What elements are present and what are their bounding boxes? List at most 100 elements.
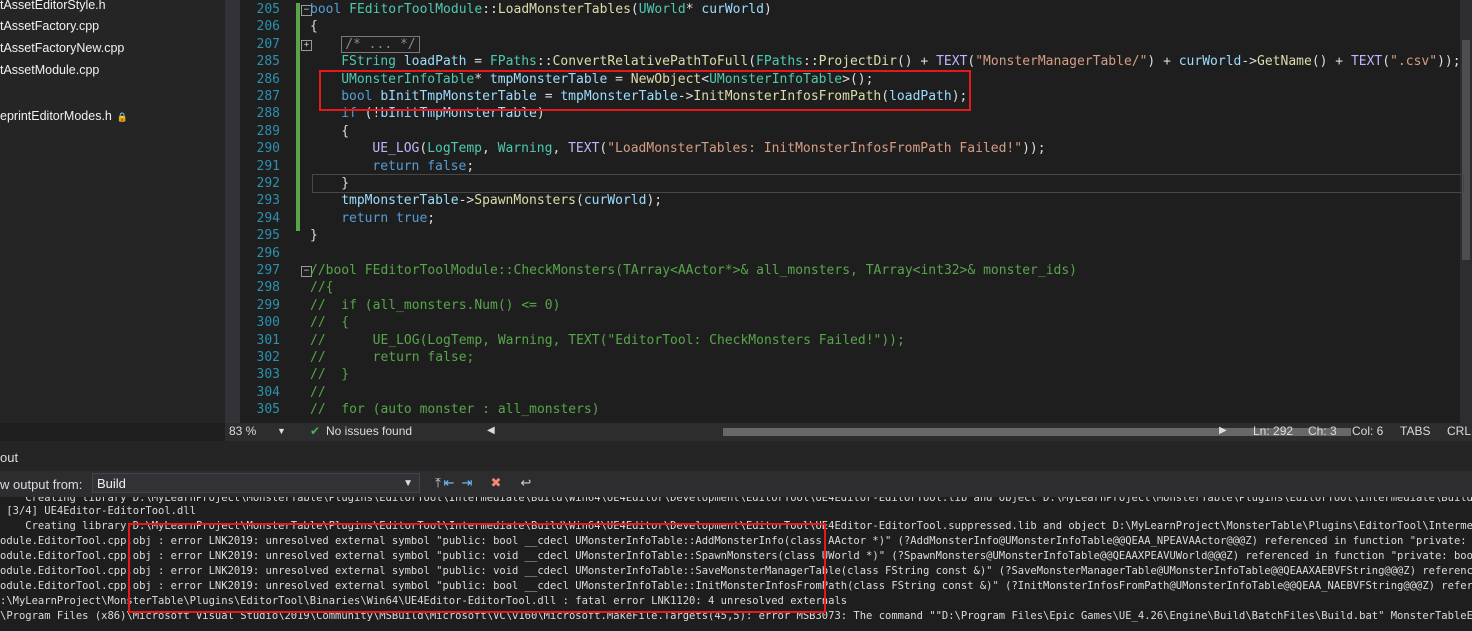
- code-line[interactable]: 301 // UE_LOG(LogTemp, Warning, TEXT("Edi…: [240, 332, 1460, 349]
- output-line: odule.EditorTool.cpp.obj : error LNK2019…: [0, 550, 1472, 562]
- code-text: UMonsterInfoTable* tmpMonsterTable = New…: [341, 71, 873, 88]
- code-token: ): [536, 106, 545, 122]
- code-line[interactable]: 290 UE_LOG(LogTemp, Warning, TEXT("LoadMo…: [240, 140, 1460, 157]
- code-line[interactable]: 287 bool bInitTmpMonsterTable = tmpMonste…: [240, 88, 1460, 105]
- line-number: 290: [256, 141, 280, 157]
- code-text: // if (all_monsters.Num() <= 0): [310, 297, 560, 314]
- editor-vertical-scrollbar[interactable]: [1460, 0, 1472, 423]
- code-token: (: [748, 54, 757, 70]
- code-token: return: [341, 210, 396, 226]
- code-line[interactable]: 289 {: [240, 123, 1460, 140]
- output-line: Creating library D:\MyLearnProject\Monst…: [0, 520, 1472, 532]
- code-text: bool bInitTmpMonsterTable = tmpMonsterTa…: [341, 88, 967, 105]
- line-number: 304: [256, 384, 280, 400]
- explorer-file-item[interactable]: tAssetFactoryNew.cpp: [0, 38, 124, 58]
- output-line: \Program Files (x86)\Microsoft Visual St…: [0, 610, 1472, 622]
- line-number: 293: [256, 193, 280, 209]
- code-text: {: [310, 18, 318, 35]
- code-line[interactable]: 295}: [240, 227, 1460, 244]
- code-text: return true;: [341, 210, 435, 227]
- line-number: 296: [256, 245, 280, 261]
- code-line[interactable]: 288 if (!bInitTmpMonsterTable): [240, 105, 1460, 122]
- explorer-file-item[interactable]: eprintEditorModes.h 🔒: [0, 106, 128, 126]
- explorer-file-item[interactable]: tAssetFactory.cpp: [0, 16, 99, 36]
- go-to-previous-icon[interactable]: ⇤: [441, 475, 457, 491]
- output-line: odule.EditorTool.cpp.obj : error LNK2019…: [0, 565, 1472, 577]
- explorer-file-item[interactable]: tAssetEditorStyle.h: [0, 0, 106, 15]
- line-number: 295: [256, 228, 280, 244]
- code-line[interactable]: 294 return true;: [240, 210, 1460, 227]
- code-line[interactable]: 285 FString loadPath = FPaths::ConvertRel…: [240, 53, 1461, 70]
- column-indicator: Col: 6: [1352, 424, 1384, 438]
- go-to-next-icon[interactable]: ⇥: [459, 475, 475, 491]
- code-token: InitMonsterInfosFromPath: [693, 89, 882, 104]
- code-line[interactable]: 297−//bool FEditorToolModule::CheckMonst…: [240, 262, 1460, 279]
- code-editor[interactable]: 205− bool FEditorToolModule::LoadMonsterT…: [240, 0, 1472, 423]
- code-line[interactable]: 293 tmpMonsterTable->SpawnMonsters(curWor…: [240, 192, 1460, 209]
- check-circle-icon: ✔: [310, 424, 321, 438]
- code-line[interactable]: 296: [240, 245, 1460, 262]
- code-line[interactable]: 207 + /* ... */: [240, 35, 1460, 53]
- explorer-file-label: tAssetFactory.cpp: [0, 19, 100, 33]
- code-token: () +: [1311, 54, 1351, 70]
- line-number: 291: [256, 158, 280, 174]
- code-line[interactable]: 292}: [240, 175, 1460, 192]
- editor-margin: [225, 0, 240, 423]
- indent-mode[interactable]: TABS: [1400, 424, 1430, 438]
- code-line[interactable]: 205− bool FEditorToolModule::LoadMonsterT…: [240, 1, 1460, 18]
- zoom-level[interactable]: 83 %: [229, 424, 256, 438]
- clear-all-icon[interactable]: ✖: [488, 475, 504, 491]
- output-source-select[interactable]: Build ▼: [92, 473, 420, 493]
- code-token: LoadMonsterTables: [497, 2, 631, 17]
- code-token: =: [536, 89, 561, 104]
- code-text: UE_LOG(LogTemp, Warning, TEXT("LoadMonst…: [372, 140, 1045, 157]
- chevron-down-icon: ▼: [403, 478, 413, 489]
- code-text: if (!bInitTmpMonsterTable): [341, 105, 545, 122]
- scroll-thumb[interactable]: [1462, 40, 1470, 260]
- code-token: // return false;: [310, 350, 475, 365]
- code-line[interactable]: 302 // return false;: [240, 349, 1460, 366]
- code-token: "LoadMonsterTables: InitMonsterInfosFrom…: [607, 141, 1023, 157]
- line-number: 299: [256, 297, 280, 313]
- code-token: FString: [341, 54, 404, 70]
- output-from-label: w output from:: [0, 477, 83, 492]
- code-token: (: [881, 89, 890, 104]
- code-token: TEXT: [936, 54, 968, 70]
- line-number: 288: [256, 106, 280, 122]
- code-token: FPaths: [489, 54, 537, 70]
- code-line[interactable]: 305 // for (auto monster : all_monsters): [240, 401, 1460, 418]
- code-token: TEXT: [1350, 54, 1383, 70]
- zoom-dropdown-icon[interactable]: ▼: [277, 426, 286, 436]
- code-token: ->: [458, 193, 475, 209]
- code-line[interactable]: 286 UMonsterInfoTable* tmpMonsterTable = …: [240, 71, 1460, 88]
- code-text: tmpMonsterTable->SpawnMonsters(curWorld)…: [341, 192, 662, 209]
- issues-status[interactable]: No issues found: [326, 424, 412, 438]
- code-line[interactable]: 291 return false;: [240, 158, 1460, 175]
- code-line[interactable]: 300 // {: [240, 314, 1460, 331]
- code-line[interactable]: 299 // if (all_monsters.Num() <= 0): [240, 297, 1460, 314]
- code-token: /* ... */: [341, 35, 420, 53]
- expand-icon[interactable]: +: [301, 39, 312, 51]
- line-number: 294: [256, 210, 280, 226]
- code-text: bool FEditorToolModule::LoadMonsterTable…: [310, 1, 772, 18]
- line-ending[interactable]: CRLF: [1447, 424, 1472, 438]
- code-line[interactable]: 303 // }: [240, 366, 1460, 383]
- explorer-file-item[interactable]: tAssetModule.cpp: [0, 60, 99, 80]
- output-title: out: [0, 450, 19, 465]
- code-text: }: [341, 175, 349, 192]
- line-number: 302: [256, 350, 280, 365]
- code-token: loadPath: [403, 54, 467, 70]
- code-line[interactable]: 304 //: [240, 384, 1460, 401]
- scroll-left-icon[interactable]: ◀: [487, 425, 495, 436]
- code-token: curWorld: [583, 193, 647, 209]
- output-text-area[interactable]: Creating library D:\MyLearnProject\Monst…: [0, 497, 1472, 631]
- code-token: Warning: [497, 141, 553, 157]
- code-token: GetName: [1257, 54, 1312, 70]
- code-text: // for (auto monster : all_monsters): [310, 401, 600, 418]
- word-wrap-icon[interactable]: ↩: [518, 475, 534, 491]
- scroll-right-icon[interactable]: ▶: [1219, 425, 1227, 436]
- code-line[interactable]: 206 {: [240, 18, 1460, 35]
- code-line[interactable]: 298 //{: [240, 279, 1460, 296]
- output-line: [3/4] UE4Editor-EditorTool.dll: [0, 505, 196, 517]
- code-token: "MonsterManagerTable/": [975, 54, 1148, 70]
